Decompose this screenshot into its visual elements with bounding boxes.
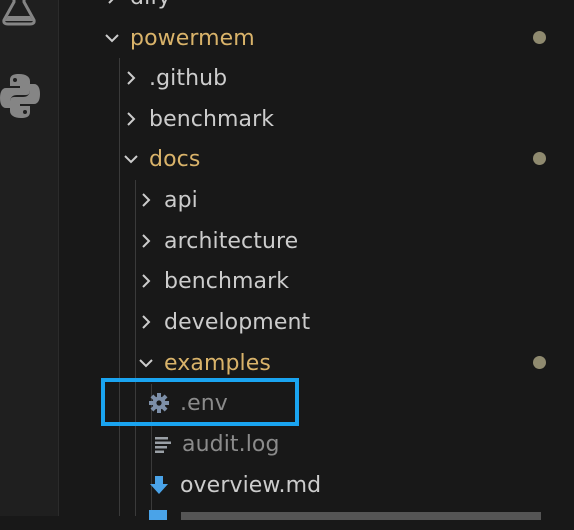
modified-indicator: [533, 152, 546, 165]
modified-indicator: [533, 356, 546, 369]
tree-item-development[interactable]: development: [59, 302, 574, 342]
tree-item-benchmark[interactable]: benchmark: [59, 99, 574, 139]
chevron-right-icon: [142, 315, 151, 329]
tree-item-github[interactable]: .github: [59, 58, 574, 98]
tree-item-label: benchmark: [164, 268, 290, 294]
chevron-down-icon: [139, 359, 153, 368]
tree-item-label: .github: [149, 65, 228, 91]
tree-item-label: dify: [130, 0, 171, 10]
tree-item-env[interactable]: .env: [59, 383, 574, 423]
modified-indicator: [533, 31, 546, 44]
gear-icon: [149, 393, 169, 413]
tree-item-overview-md[interactable]: overview.md: [59, 465, 574, 505]
chevron-down-icon: [105, 34, 119, 43]
tree-item-label: development: [164, 309, 311, 335]
tree-item-dify[interactable]: dify: [59, 0, 574, 17]
chevron-down-icon: [124, 155, 138, 164]
explorer-tree: dify powermem .github benchmark docs api…: [59, 0, 574, 520]
tree-item-api[interactable]: api: [59, 180, 574, 220]
markdown-arrow-icon: [150, 476, 168, 494]
chevron-right-icon: [142, 274, 151, 288]
tree-item-label: docs: [149, 146, 201, 172]
tree-item-audit-log[interactable]: audit.log: [59, 424, 574, 464]
python-icon[interactable]: [0, 72, 40, 118]
tree-item-powermem[interactable]: powermem: [59, 18, 574, 58]
tree-item-label: api: [164, 187, 198, 213]
tree-item-label: overview.md: [180, 472, 322, 498]
partial-tree-row: [59, 510, 574, 530]
tree-item-docs[interactable]: docs: [59, 139, 574, 179]
tree-item-label: .env: [180, 390, 228, 416]
chevron-right-icon: [142, 193, 151, 207]
tree-item-examples[interactable]: examples: [59, 343, 574, 383]
lines-icon: [155, 437, 171, 453]
chevron-right-icon: [127, 71, 136, 85]
tree-item-label: architecture: [164, 228, 299, 254]
tree-item-label: benchmark: [149, 106, 275, 132]
tree-item-docs-benchmark[interactable]: benchmark: [59, 261, 574, 301]
tree-item-architecture[interactable]: architecture: [59, 221, 574, 261]
flask-icon[interactable]: [0, 0, 40, 30]
chevron-right-icon: [127, 112, 136, 126]
tree-item-label: examples: [164, 350, 271, 376]
activity-bar: [0, 0, 59, 516]
tree-item-label: powermem: [130, 25, 255, 51]
tree-item-label: audit.log: [182, 431, 280, 457]
chevron-right-icon: [108, 0, 114, 4]
chevron-right-icon: [142, 234, 151, 248]
